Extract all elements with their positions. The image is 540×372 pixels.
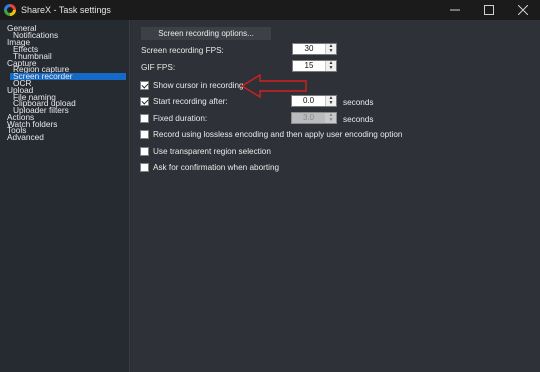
screen-recorder-panel: Screen recording options... Screen recor… xyxy=(131,20,540,372)
screen-recording-fps-value: 30 xyxy=(304,44,314,53)
fixed-duration-input: 3.0 ▲ ▼ xyxy=(291,112,337,124)
stepper-down-icon[interactable]: ▼ xyxy=(326,101,336,106)
fixed-duration-checkbox[interactable] xyxy=(140,114,149,123)
fixed-duration-label: Fixed duration: xyxy=(153,114,208,123)
maximize-button[interactable] xyxy=(472,0,506,20)
title-separator: - xyxy=(53,5,57,15)
stepper-down-icon: ▼ xyxy=(328,117,334,123)
start-recording-after-label: Start recording after: xyxy=(153,97,228,106)
gif-fps-label: GIF FPS: xyxy=(141,63,176,72)
close-button[interactable] xyxy=(506,0,540,20)
show-cursor-row[interactable]: Show cursor in recording xyxy=(140,81,244,90)
confirm-abort-label: Ask for confirmation when aborting xyxy=(153,163,280,172)
fixed-duration-stepper-arrows: ▲ ▼ xyxy=(325,113,336,123)
start-after-unit: seconds xyxy=(343,98,374,107)
transparent-region-label: Use transparent region selection xyxy=(153,147,271,156)
show-cursor-checkbox[interactable] xyxy=(140,81,149,90)
start-recording-after-row[interactable]: Start recording after: xyxy=(140,97,228,106)
window-controls xyxy=(438,0,540,20)
minimize-icon xyxy=(450,9,460,11)
fixed-duration-row[interactable]: Fixed duration: xyxy=(140,114,207,123)
show-cursor-label: Show cursor in recording xyxy=(153,81,244,90)
gif-fps-input[interactable]: 15 ▲ ▼ xyxy=(292,60,337,72)
screen-recording-options-button[interactable]: Screen recording options... xyxy=(141,27,271,40)
gif-fps-stepper-arrows[interactable]: ▲ ▼ xyxy=(325,61,336,71)
stepper-down-icon[interactable]: ▼ xyxy=(326,66,336,71)
maximize-icon xyxy=(484,5,494,15)
gif-fps-value: 15 xyxy=(304,61,314,70)
screen-recording-fps-label: Screen recording FPS: xyxy=(141,46,224,55)
screen-recording-fps-input[interactable]: 30 ▲ ▼ xyxy=(292,43,337,55)
title-bar: ShareX - Task settings xyxy=(0,0,540,20)
start-after-stepper-arrows[interactable]: ▲ ▼ xyxy=(325,96,336,106)
fixed-duration-value: 3.0 xyxy=(302,113,315,122)
window-title-text: Task settings xyxy=(58,5,111,15)
start-recording-after-checkbox[interactable] xyxy=(140,97,149,106)
lossless-encoding-label: Record using lossless encoding and then … xyxy=(153,130,403,139)
transparent-region-checkbox[interactable] xyxy=(140,147,149,156)
confirm-abort-row[interactable]: Ask for confirmation when aborting xyxy=(140,163,279,172)
settings-tree: General Notifications Image Effects Thum… xyxy=(0,20,130,372)
sidebar-item-advanced[interactable]: Advanced xyxy=(7,133,44,141)
app-name: ShareX xyxy=(21,5,52,15)
annotation-arrow-icon xyxy=(240,73,307,99)
lossless-encoding-checkbox[interactable] xyxy=(140,130,149,139)
confirm-abort-checkbox[interactable] xyxy=(140,163,149,172)
minimize-button[interactable] xyxy=(438,0,472,20)
window-title: ShareX - Task settings xyxy=(21,5,111,15)
fps-stepper-arrows[interactable]: ▲ ▼ xyxy=(325,44,336,54)
stepper-down-icon[interactable]: ▼ xyxy=(326,49,336,54)
lossless-encoding-row[interactable]: Record using lossless encoding and then … xyxy=(140,130,402,139)
sharex-logo-icon xyxy=(4,4,16,16)
transparent-region-row[interactable]: Use transparent region selection xyxy=(140,147,271,156)
fixed-duration-unit: seconds xyxy=(343,115,374,124)
close-icon xyxy=(518,5,528,15)
